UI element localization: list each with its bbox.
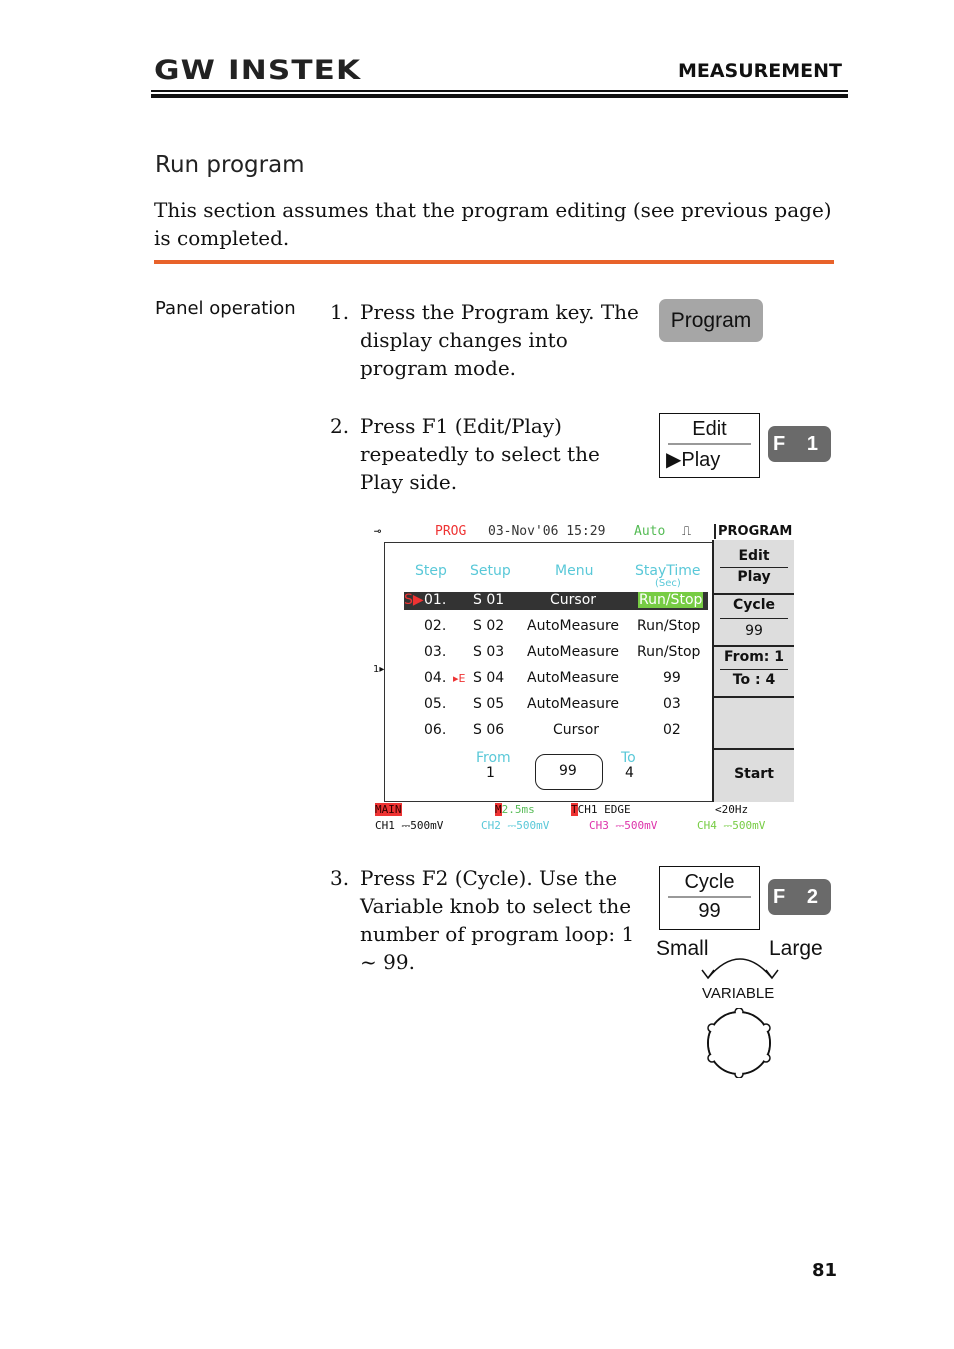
start-button[interactable]: Start [714,766,794,782]
scope-status-bar: MAIN M2.5ms TCH1 EDGE <20Hz CH1 ⎓500mV C… [375,803,766,832]
play-option: ▶Play [666,449,721,471]
f1-softkey-label: Edit ▶Play [659,413,760,478]
program-key[interactable]: Program [659,299,763,342]
cycle-menu-item[interactable]: Cycle [714,597,794,613]
step-1: 1. Press the Program key. The display ch… [330,298,640,382]
plug-icon: ⊸ [374,524,382,538]
page-title: Run program [155,152,305,178]
table-header: Step Setup Menu StayTime (Sec) [415,563,701,589]
table-row[interactable]: 04. ▸E S 04 AutoMeasure 99 [385,670,713,688]
step-number: 1. [330,300,350,324]
table-row[interactable]: 06. S 06 Cursor 02 [385,722,713,740]
to-menu-item[interactable]: To : 4 [714,672,794,688]
ch3-scale: CH3 ⎓500mV [589,819,658,832]
end-marker: ▸E [453,672,466,685]
header-rule [151,90,848,92]
table-row[interactable]: 03. S 03 AutoMeasure Run/Stop [385,644,713,662]
prog-indicator: PROG [435,524,467,539]
step-2: 2. Press F1 (Edit/Play) repeatedly to se… [330,412,650,496]
f2-softkey-label: Cycle 99 [659,866,760,930]
datetime: 03-Nov'06 15:29 [488,524,606,539]
play-arrow-icon: ▶ [666,449,682,471]
play-menu-item[interactable]: Play [714,569,794,585]
cycle-value: 99 [698,900,721,922]
trigger-source: TCH1 EDGE [571,803,631,816]
step-text: Press the Program key. The display chang… [360,300,639,380]
step-text: Press F2 (Cycle). Use the Variable knob … [360,866,635,974]
edit-menu-item[interactable]: Edit [714,548,794,564]
section-divider [154,260,834,264]
edit-option: Edit [692,418,727,440]
side-menu: Edit Play Cycle 99 From: 1 To : 4 Start [712,540,794,802]
step-number: 3. [330,866,350,890]
rotate-arrow-icon [701,958,779,980]
cycle-label: Cycle [684,871,735,893]
table-row[interactable]: 05. S 05 AutoMeasure 03 [385,696,713,714]
step-3: 3. Press F2 (Cycle). Use the Variable kn… [330,864,640,976]
step-text: Press F1 (Edit/Play) repeatedly to selec… [360,414,600,494]
ch1-marker: 1▸ [373,664,385,675]
table-row[interactable]: S▶ 01. S 01 Cursor Run/Stop [404,592,708,610]
f2-key[interactable]: F 2 [768,879,831,915]
section-header: MEASUREMENT [677,60,842,82]
page-number: 81 [812,1260,838,1281]
f1-key[interactable]: F 1 [768,426,831,462]
variable-label: VARIABLE [702,985,775,1002]
panel-operation-label: Panel operation [155,298,296,319]
table-row[interactable]: 02. S 02 AutoMeasure Run/Stop [385,618,713,636]
variable-knob[interactable] [704,1008,774,1078]
cycle-value: 99 [745,623,763,639]
trigger-wave-icon: ⎍ [682,524,692,539]
ch2-scale: CH2 ⎓500mV [481,819,550,832]
program-table: Step Setup Menu StayTime (Sec) S▶ 01. S … [384,542,713,802]
ch4-scale: CH4 ⎓500mV [697,819,766,832]
intro-text: This section assumes that the program ed… [154,198,832,250]
header-rule-thick [151,94,848,98]
start-marker: S▶ [404,592,424,608]
from-menu-item[interactable]: From: 1 [714,649,794,665]
gw-instek-logo: GW INSTEK [154,55,362,86]
ch1-scale: CH1 ⎓500mV [375,819,444,832]
menu-title: PROGRAM [714,524,792,539]
trigger-mode: Auto [634,524,666,539]
timebase: M2.5ms [495,803,535,816]
loop-summary: From 1 99 To 4 [385,750,713,790]
step-number: 2. [330,414,350,438]
